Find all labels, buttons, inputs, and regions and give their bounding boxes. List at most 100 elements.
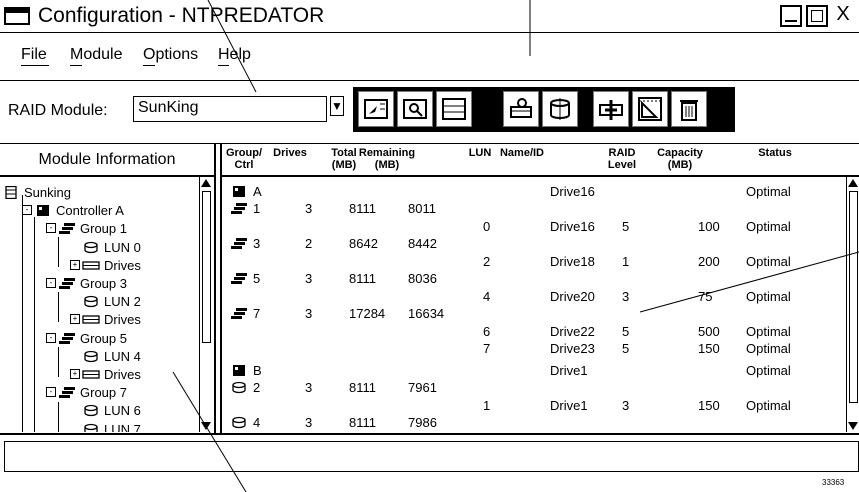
cell-capacity: 150 [698, 398, 720, 413]
lun-icon [82, 423, 100, 432]
raid-module-select[interactable]: SunKing [133, 96, 327, 122]
cell-drives: 3 [305, 271, 313, 286]
tree-expander-icon[interactable]: + [70, 369, 80, 379]
cell-status: Optimal [746, 341, 791, 356]
maximize-button[interactable] [806, 5, 828, 27]
cell-lun: 7 [483, 341, 491, 356]
tree-item[interactable]: Group 3 [58, 276, 127, 291]
delete-icon[interactable] [671, 91, 707, 127]
cell-total: 8111 [349, 380, 376, 395]
tree-item[interactable]: Group 5 [58, 331, 127, 346]
menu-options[interactable]: Options [143, 46, 198, 64]
column-header[interactable]: LUN [465, 147, 495, 159]
cell-remaining: 7961 [408, 380, 437, 395]
table-row[interactable]: 7 Drive23 5 150 Optimal [222, 341, 842, 357]
tree-expander-icon[interactable]: - [22, 205, 32, 216]
table-row[interactable]: 5 3 8111 8036 [222, 271, 842, 287]
group-icon [58, 332, 76, 345]
cell-status: Optimal [746, 289, 791, 304]
cell-status: Optimal [746, 219, 791, 234]
tree-item[interactable]: LUN 2 [82, 294, 141, 309]
table-row[interactable]: 1 Drive1 3 150 Optimal [222, 398, 842, 414]
tree-item[interactable]: Sunking [2, 185, 71, 200]
menu-module[interactable]: Module [70, 46, 122, 64]
tree-expander-icon[interactable]: - [46, 278, 56, 288]
tree-item[interactable]: Drives [82, 312, 141, 327]
cell-remaining: 7986 [408, 415, 437, 430]
modify-lun-icon[interactable] [632, 91, 668, 127]
title-bar[interactable]: Configuration - NTPREDATOR X [0, 0, 859, 33]
column-header[interactable]: Status [745, 147, 805, 159]
scroll-down-icon[interactable] [201, 422, 211, 430]
tree-item-label: Group 5 [80, 330, 127, 346]
tree-expander-icon[interactable]: - [46, 387, 56, 398]
add-drive-icon[interactable] [593, 91, 629, 127]
cell-name: Drive18 [550, 254, 595, 269]
table-row[interactable]: 7 3 17284 16634 [222, 306, 842, 322]
window-menu-icon[interactable] [4, 7, 30, 25]
tree-item[interactable]: Controller A [34, 203, 124, 218]
lun-icon [230, 381, 248, 399]
table-row[interactable]: 4 Drive20 3 75 Optimal [222, 289, 842, 305]
create-lun-icon[interactable] [358, 91, 394, 127]
tree-item[interactable]: LUN 6 [82, 403, 141, 418]
tree-expander-icon[interactable]: - [46, 223, 56, 234]
module-information-header: Module Information [0, 144, 214, 177]
close-button[interactable]: X [832, 4, 854, 27]
table-row[interactable]: 3 2 8642 8442 [222, 236, 842, 252]
table-row[interactable]: B Drive1 Optimal [222, 363, 842, 379]
module-tree[interactable]: Sunking Controller A - Group 1- LUN 0 Drives +… [0, 177, 200, 432]
tree-expander-icon[interactable]: + [70, 259, 80, 270]
column-header[interactable]: Total (MB) [327, 147, 361, 171]
tree-connector [58, 292, 59, 322]
cell-raid: 5 [622, 324, 630, 339]
list-drives-icon[interactable] [436, 91, 472, 127]
group-icon [58, 222, 76, 235]
menu-help[interactable]: Help [218, 46, 251, 64]
tree-expander-icon[interactable]: - [46, 332, 56, 343]
menu-file[interactable]: File [21, 46, 47, 64]
tree-connector [58, 237, 59, 267]
column-header[interactable]: RAID Level [605, 147, 639, 171]
tree-item[interactable]: LUN 7 [82, 422, 141, 432]
table-row[interactable]: 2 3 8111 7961 [222, 380, 842, 396]
table-scroll-thumb[interactable] [849, 191, 858, 403]
cell-drives: 3 [305, 201, 313, 216]
column-header[interactable]: Remaining (MB) [357, 147, 417, 171]
tree-item[interactable]: Drives [82, 258, 141, 273]
tree-scroll-thumb[interactable] [202, 191, 211, 343]
scroll-up-icon[interactable] [201, 179, 211, 187]
tree-scrollbar[interactable] [199, 177, 213, 432]
tree-item[interactable]: Group 7 [58, 385, 127, 400]
tree-item[interactable]: LUN 0 [82, 240, 141, 255]
column-header[interactable]: Group/ Ctrl [225, 147, 263, 171]
table-row[interactable]: 2 Drive18 1 200 Optimal [222, 254, 842, 270]
toolbar: RAID Module: SunKing ▼ [0, 81, 859, 144]
search-drives-icon[interactable] [397, 91, 433, 127]
table-row[interactable]: A Drive16 Optimal [222, 184, 842, 200]
lun-capacity-icon[interactable] [542, 91, 578, 127]
dropdown-arrow-icon[interactable]: ▼ [330, 96, 344, 116]
column-header[interactable]: Drives [269, 147, 311, 159]
column-header[interactable]: Name/ID [492, 147, 552, 159]
table-row[interactable]: 0 Drive16 5 100 Optimal [222, 219, 842, 235]
table-row[interactable]: 4 3 8111 7986 [222, 415, 842, 431]
cell-name: Drive20 [550, 289, 595, 304]
tree-item[interactable]: Drives [82, 367, 141, 382]
cell-status: Optimal [746, 184, 791, 199]
tree-expander-icon[interactable]: + [70, 314, 80, 325]
cell-capacity: 150 [698, 341, 720, 356]
table-row[interactable]: 6 Drive22 5 500 Optimal [222, 324, 842, 340]
tree-item[interactable]: LUN 4 [82, 349, 141, 364]
configure-hosts-icon[interactable] [503, 91, 539, 127]
tree-item[interactable]: Group 1 [58, 221, 127, 236]
table-scrollbar[interactable] [846, 177, 859, 432]
tree-item-label: Drives [104, 257, 141, 273]
table-row[interactable]: 1 3 8111 8011 [222, 201, 842, 217]
column-header[interactable]: Capacity (MB) [649, 147, 711, 171]
scroll-down-icon[interactable] [848, 422, 858, 430]
scroll-up-icon[interactable] [848, 179, 858, 187]
minimize-button[interactable] [780, 5, 802, 27]
cell-status: Optimal [746, 254, 791, 269]
table-body[interactable]: A Drive16 Optimal 1 3 8111 8011 0 Drive16 5 100 Opt… [222, 177, 842, 432]
